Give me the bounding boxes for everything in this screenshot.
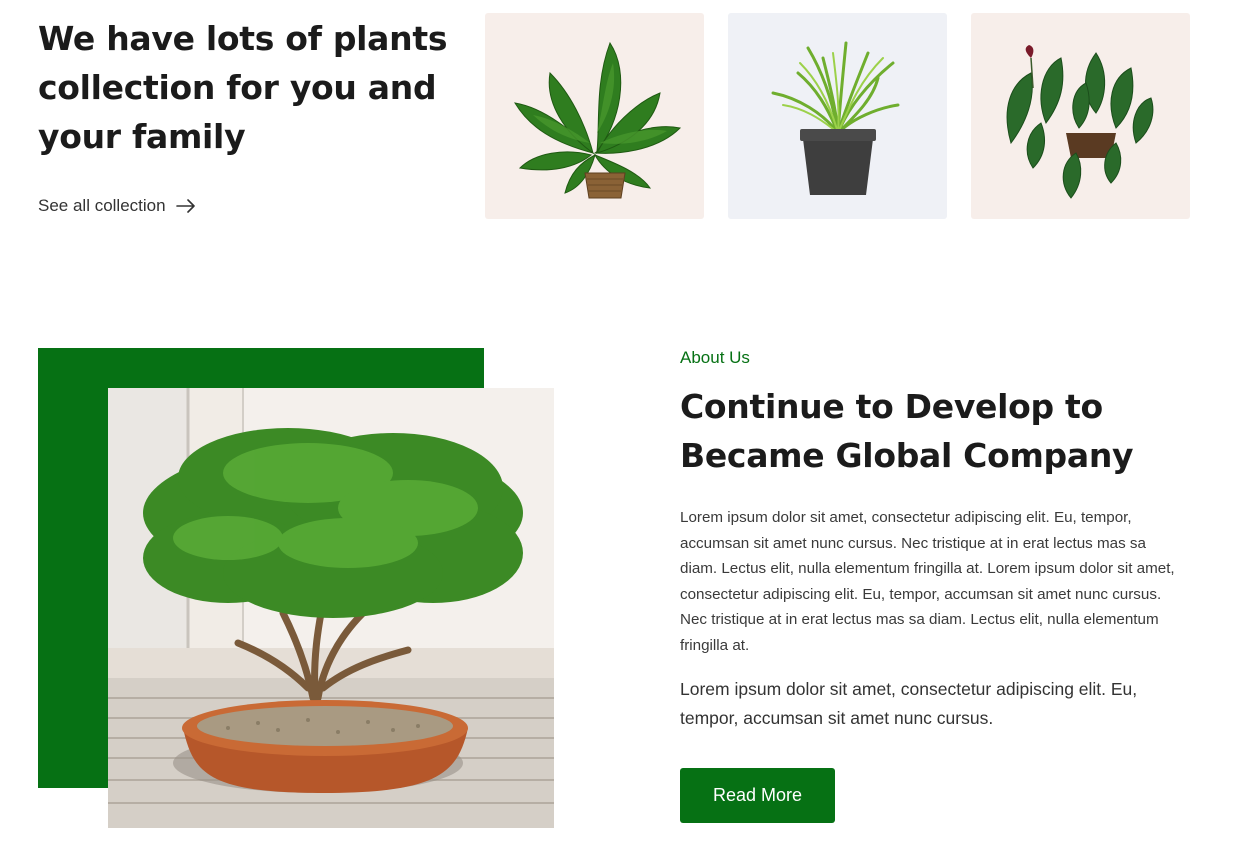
about-paragraph-1: Lorem ipsum dolor sit amet, consectetur … <box>680 509 1175 654</box>
bonsai-tree-photo <box>108 388 554 828</box>
about-paragraph-2: Lorem ipsum dolor sit amet, consectetur … <box>680 679 1138 728</box>
anthurium-plant-image <box>1006 45 1154 199</box>
plant-card-anthurium[interactable] <box>971 13 1190 219</box>
plant-card-grass[interactable] <box>728 13 947 219</box>
about-us-label: About Us <box>680 348 750 367</box>
pothos-plant-image <box>514 41 682 199</box>
collection-heading: We have lots of plants collection for yo… <box>38 19 448 156</box>
see-all-collection-link[interactable]: See all collection <box>38 196 196 216</box>
about-heading: Continue to Develop to Became Global Com… <box>680 387 1134 475</box>
arrow-right-icon <box>175 199 195 213</box>
grass-plant-image <box>771 41 900 195</box>
see-all-collection-label: See all collection <box>38 196 166 215</box>
read-more-button[interactable]: Read More <box>680 768 835 823</box>
plant-card-pothos[interactable] <box>485 13 704 219</box>
